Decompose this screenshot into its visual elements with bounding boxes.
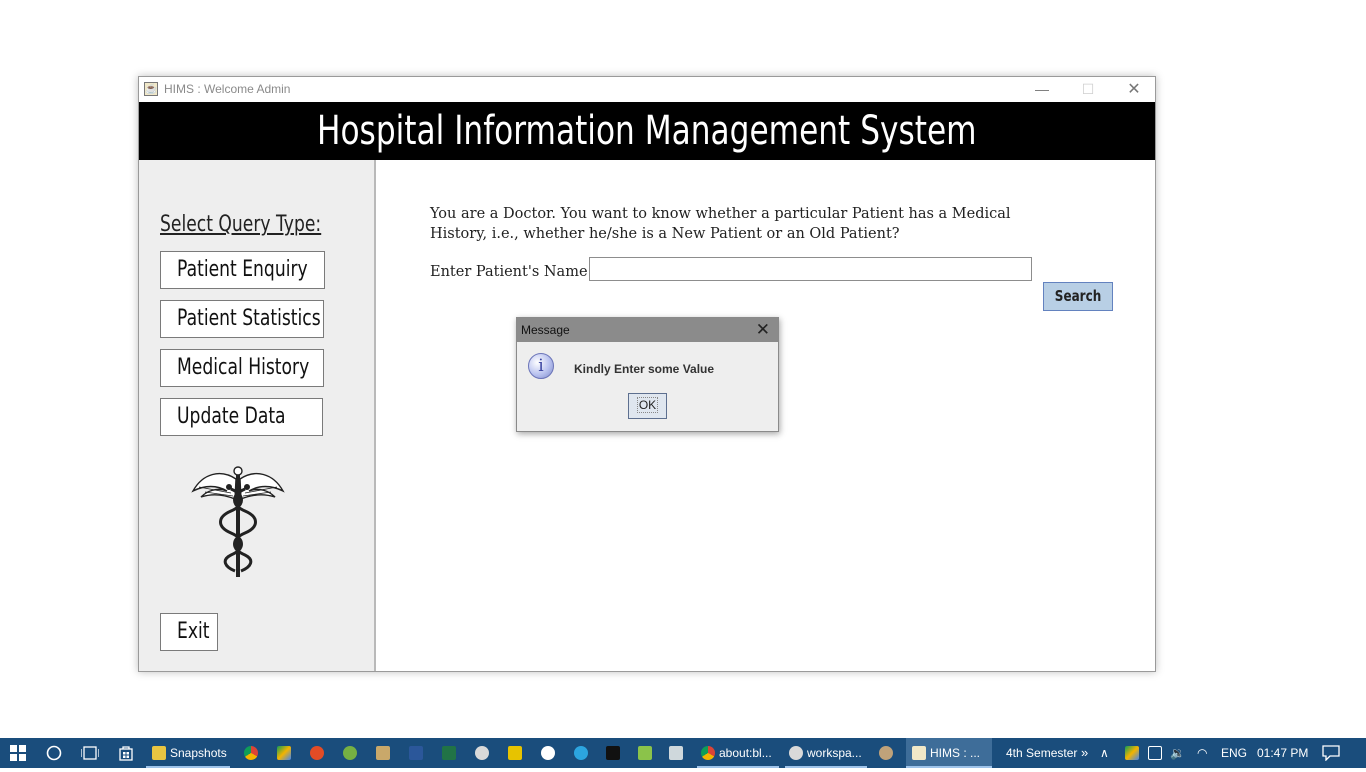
store-bag-icon: [119, 746, 133, 761]
terminal-icon[interactable]: [606, 746, 620, 760]
telegram-icon[interactable]: [574, 746, 588, 760]
chrome-icon[interactable]: [244, 746, 258, 760]
eclipse-window-icon: [789, 746, 803, 760]
window-title: HIMS : Welcome Admin: [164, 82, 291, 96]
dialog-close-button[interactable]: ✕: [756, 320, 770, 340]
patient-enquiry-button[interactable]: Patient Enquiry: [160, 251, 325, 289]
language-indicator[interactable]: ENG: [1221, 738, 1247, 768]
volume-icon[interactable]: 🔉: [1170, 738, 1185, 768]
store-button[interactable]: [110, 738, 142, 768]
action-center-button[interactable]: [1322, 738, 1346, 768]
notepad-icon[interactable]: [376, 746, 390, 760]
toolbar-overflow-icon[interactable]: »: [1081, 738, 1088, 768]
query-description: You are a Doctor. You want to know wheth…: [430, 206, 1011, 242]
task-view-button[interactable]: [74, 738, 106, 768]
dialog-message: Kindly Enter some Value: [574, 362, 715, 376]
exit-button[interactable]: Exit: [160, 613, 218, 651]
banner-title: Hospital Information Management System: [317, 108, 977, 154]
medical-history-label: Medical History: [177, 355, 310, 380]
android-icon[interactable]: [638, 746, 652, 760]
search-button-label: Search: [1054, 287, 1102, 305]
start-button[interactable]: [0, 738, 36, 768]
patient-name-label: Enter Patient's Name:: [430, 264, 593, 280]
exit-label: Exit: [177, 619, 210, 644]
chrome-window-icon: [701, 746, 715, 760]
caduceus-icon: [191, 466, 285, 577]
battery-icon[interactable]: [1148, 746, 1162, 760]
google-drive-icon[interactable]: [277, 746, 291, 760]
message-dialog: Message ✕ i Kindly Enter some Value OK: [516, 317, 779, 432]
utorrent-icon[interactable]: [343, 746, 357, 760]
minimize-button[interactable]: —: [1019, 77, 1065, 102]
taskbar: Snapshots about:bl... workspa... HIMS : …: [0, 738, 1366, 768]
folder-toolbar-label[interactable]: 4th Semester: [1006, 738, 1077, 768]
ok-button[interactable]: OK: [628, 393, 667, 419]
task-view-icon: [80, 746, 100, 760]
drive-tray-icon[interactable]: [1125, 746, 1139, 760]
taskbar-app-hims[interactable]: HIMS : ...: [906, 738, 992, 768]
taskbar-app-eclipse[interactable]: workspa...: [785, 738, 867, 768]
update-data-label: Update Data: [177, 404, 286, 429]
hims-window-label: HIMS : ...: [930, 746, 981, 760]
java-window-icon: [912, 746, 926, 760]
dialog-title: Message: [521, 323, 570, 337]
sidebar: Select Query Type: Patient Enquiry Patie…: [139, 160, 376, 671]
paint-icon[interactable]: [879, 746, 893, 760]
info-icon: i: [528, 353, 554, 379]
close-button[interactable]: ✕: [1111, 77, 1155, 102]
word-icon[interactable]: [409, 746, 423, 760]
search-button[interactable]: Search: [1043, 282, 1113, 311]
taskbar-app-snapshots[interactable]: Snapshots: [146, 738, 230, 768]
snapshots-label: Snapshots: [170, 746, 227, 760]
folder-icon: [152, 746, 166, 760]
java-app-icon: ☕: [144, 82, 158, 96]
excel-icon[interactable]: [442, 746, 456, 760]
patient-statistics-label: Patient Statistics: [177, 306, 321, 331]
app-icon-10[interactable]: [541, 746, 555, 760]
header-banner: Hospital Information Management System: [139, 102, 1155, 160]
patient-statistics-button[interactable]: Patient Statistics: [160, 300, 324, 338]
eclipse-icon[interactable]: [475, 746, 489, 760]
app-icon-9[interactable]: [508, 746, 522, 760]
app-icon-3[interactable]: [310, 746, 324, 760]
wifi-icon[interactable]: ◠: [1197, 738, 1207, 768]
ok-button-label: OK: [636, 397, 659, 413]
taskbar-app-chrome[interactable]: about:bl...: [697, 738, 779, 768]
maximize-button[interactable]: ☐: [1065, 77, 1111, 102]
dialog-title-bar[interactable]: Message ✕: [517, 318, 778, 342]
patient-name-input[interactable]: [589, 257, 1032, 281]
clock[interactable]: 01:47 PM: [1257, 738, 1308, 768]
query-type-label: Select Query Type:: [160, 212, 322, 237]
update-data-button[interactable]: Update Data: [160, 398, 323, 436]
cortana-search-button[interactable]: [38, 738, 70, 768]
medical-history-button[interactable]: Medical History: [160, 349, 324, 387]
virtualbox-icon[interactable]: [669, 746, 683, 760]
title-bar[interactable]: ☕ HIMS : Welcome Admin — ☐ ✕: [139, 77, 1155, 102]
notification-icon: [1322, 745, 1340, 762]
patient-enquiry-label: Patient Enquiry: [177, 257, 308, 282]
windows-logo-icon: [10, 745, 26, 761]
eclipse-window-label: workspa...: [807, 746, 862, 760]
show-hidden-icons-icon[interactable]: ∧: [1100, 738, 1109, 768]
chrome-window-label: about:bl...: [719, 746, 772, 760]
search-circle-icon: [46, 745, 62, 761]
